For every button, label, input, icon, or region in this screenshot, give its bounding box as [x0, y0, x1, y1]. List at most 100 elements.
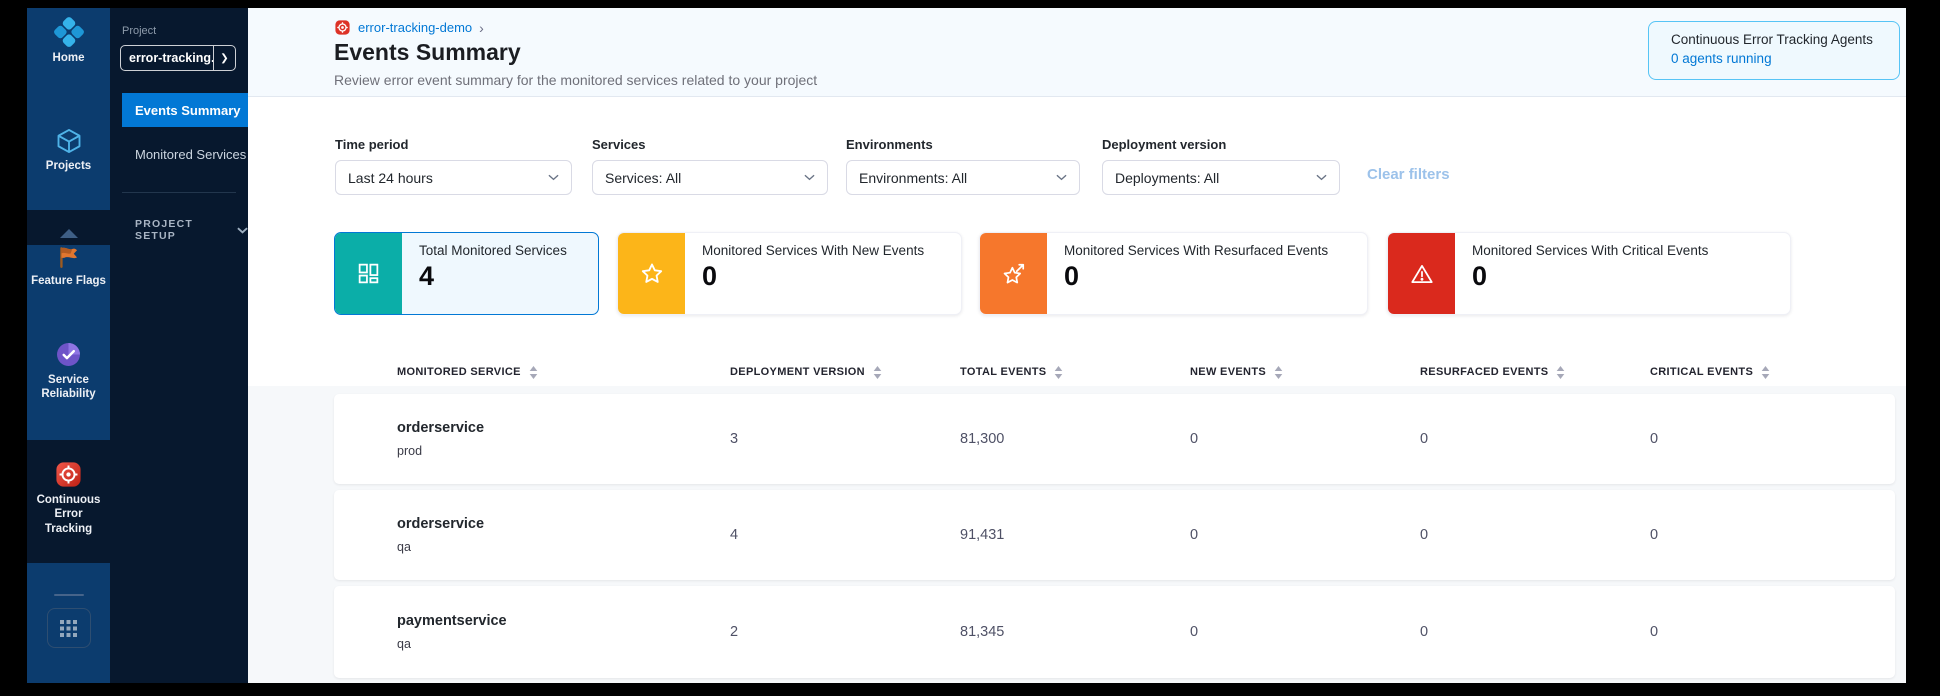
card-resurfaced-events[interactable]: Monitored Services With Resurfaced Event…: [979, 232, 1368, 315]
table-row[interactable]: paymentservice qa 2 81,345 0 0 0: [334, 586, 1895, 678]
chevron-down-icon: [804, 174, 815, 181]
card-total-monitored-services[interactable]: Total Monitored Services 4: [334, 232, 599, 315]
service-name[interactable]: paymentservice: [397, 613, 730, 629]
breadcrumb-project-link[interactable]: error-tracking-demo: [358, 20, 472, 35]
sort-icon[interactable]: [873, 366, 882, 379]
column-header-deployment-version[interactable]: DEPLOYMENT VERSION: [730, 366, 960, 379]
sidebar-item-continuous-error-tracking[interactable]: Continuous Error Tracking: [27, 460, 110, 536]
column-label: CRITICAL EVENTS: [1650, 366, 1753, 378]
chevron-down-icon: [1316, 174, 1327, 181]
table-row[interactable]: orderservice prod 3 81,300 0 0 0: [334, 394, 1895, 484]
chevron-down-icon: [1056, 174, 1067, 181]
apps-grid-button[interactable]: [47, 608, 91, 648]
card-icon-block: [618, 233, 685, 314]
project-setup-toggle[interactable]: PROJECT SETUP: [135, 218, 248, 242]
deployments-select[interactable]: Deployments: All: [1102, 160, 1340, 195]
project-sidebar: Project error-tracking... ❯ Events Summa…: [110, 8, 248, 683]
service-name[interactable]: orderservice: [397, 420, 730, 436]
card-label: Monitored Services With New Events: [702, 243, 924, 258]
sidebar-item-projects[interactable]: Projects: [27, 127, 110, 173]
new-events-value: 0: [1190, 431, 1420, 447]
page-header: error-tracking-demo › Events Summary Rev…: [248, 8, 1906, 97]
projects-cube-icon: [27, 127, 110, 155]
time-period-select[interactable]: Last 24 hours: [335, 160, 572, 195]
select-value: Last 24 hours: [348, 170, 548, 186]
new-events-value: 0: [1190, 624, 1420, 640]
breadcrumb: error-tracking-demo ›: [334, 19, 484, 36]
sort-icon[interactable]: [1761, 366, 1770, 379]
card-value: 0: [1064, 261, 1328, 292]
agents-status-box[interactable]: Continuous Error Tracking Agents 0 agent…: [1648, 21, 1900, 80]
main-content: error-tracking-demo › Events Summary Rev…: [248, 8, 1906, 683]
sidebar-item-label: Continuous Error Tracking: [27, 493, 110, 536]
filter-label: Environments: [846, 137, 1080, 152]
sidebar-divider: [54, 594, 84, 596]
total-events-value: 81,300: [960, 431, 1190, 447]
nav-item-events-summary[interactable]: Events Summary: [122, 93, 248, 127]
scroll-up-icon[interactable]: [60, 229, 78, 238]
filter-deployment-version: Deployment version Deployments: All: [1102, 137, 1340, 195]
sidebar-item-label: Projects: [27, 159, 110, 173]
sort-icon[interactable]: [529, 366, 538, 379]
nav-item-monitored-services[interactable]: Monitored Services: [135, 147, 246, 162]
new-events-value: 0: [1190, 527, 1420, 543]
environments-select[interactable]: Environments: All: [846, 160, 1080, 195]
filter-environments: Environments Environments: All: [846, 137, 1080, 195]
card-label: Monitored Services With Critical Events: [1472, 243, 1708, 258]
resurfaced-events-value: 0: [1420, 527, 1650, 543]
sort-icon[interactable]: [1274, 366, 1283, 379]
page-title: Events Summary: [334, 39, 521, 66]
filter-time-period: Time period Last 24 hours: [335, 137, 572, 195]
card-label: Monitored Services With Resurfaced Event…: [1064, 243, 1328, 258]
card-icon-block: [1388, 233, 1455, 314]
table-header: MONITORED SERVICE DEPLOYMENT VERSION TOT…: [334, 358, 1895, 386]
sidebar-item-feature-flags[interactable]: Feature Flags: [27, 244, 110, 288]
column-header-total-events[interactable]: TOTAL EVENTS: [960, 366, 1190, 379]
apps-grid-icon: [60, 620, 77, 637]
page-subtitle: Review error event summary for the monit…: [334, 72, 817, 88]
column-label: DEPLOYMENT VERSION: [730, 366, 865, 378]
clear-filters-button[interactable]: Clear filters: [1367, 166, 1450, 183]
card-new-events[interactable]: Monitored Services With New Events 0: [617, 232, 962, 315]
critical-events-value: 0: [1650, 527, 1895, 543]
service-name[interactable]: orderservice: [397, 516, 730, 532]
service-environment: qa: [397, 637, 730, 651]
app-window: Home Projects Feature Flags: [27, 8, 1906, 683]
filter-label: Services: [592, 137, 828, 152]
card-critical-events[interactable]: Monitored Services With Critical Events …: [1387, 232, 1791, 315]
services-grid-icon: [356, 261, 381, 286]
column-header-critical-events[interactable]: CRITICAL EVENTS: [1650, 366, 1895, 379]
project-selector[interactable]: error-tracking... ❯: [120, 45, 236, 71]
services-select[interactable]: Services: All: [592, 160, 828, 195]
column-label: MONITORED SERVICE: [397, 366, 521, 378]
critical-events-value: 0: [1650, 431, 1895, 447]
card-value: 0: [702, 261, 924, 292]
deployment-version-value: 2: [730, 624, 960, 640]
cet-breadcrumb-icon: [334, 19, 351, 36]
harness-home-icon: [27, 17, 110, 47]
card-icon-block: [980, 233, 1047, 314]
sort-icon[interactable]: [1054, 366, 1063, 379]
sort-icon[interactable]: [1556, 366, 1565, 379]
monitored-service-cell: paymentservice qa: [397, 613, 730, 651]
sidebar-item-home[interactable]: Home: [27, 17, 110, 65]
deployment-version-value: 3: [730, 431, 960, 447]
resurfaced-events-value: 0: [1420, 624, 1650, 640]
service-reliability-icon: [27, 340, 110, 369]
sidebar-item-label: Service Reliability: [27, 373, 110, 402]
table-row[interactable]: orderservice qa 4 91,431 0 0 0: [334, 490, 1895, 580]
column-header-resurfaced-events[interactable]: RESURFACED EVENTS: [1420, 366, 1650, 379]
select-value: Environments: All: [859, 170, 1056, 186]
agents-running-link[interactable]: 0 agents running: [1671, 51, 1899, 66]
card-icon-block: [335, 233, 402, 314]
chevron-right-icon[interactable]: ❯: [213, 46, 235, 70]
card-value: 4: [419, 261, 567, 292]
sidebar-item-label: Feature Flags: [27, 274, 110, 288]
warning-triangle-icon: [1409, 261, 1435, 287]
column-label: NEW EVENTS: [1190, 366, 1266, 378]
deployment-version-value: 4: [730, 527, 960, 543]
sidebar-item-service-reliability[interactable]: Service Reliability: [27, 340, 110, 402]
column-header-monitored-service[interactable]: MONITORED SERVICE: [397, 366, 730, 379]
select-value: Deployments: All: [1115, 170, 1316, 186]
column-header-new-events[interactable]: NEW EVENTS: [1190, 366, 1420, 379]
